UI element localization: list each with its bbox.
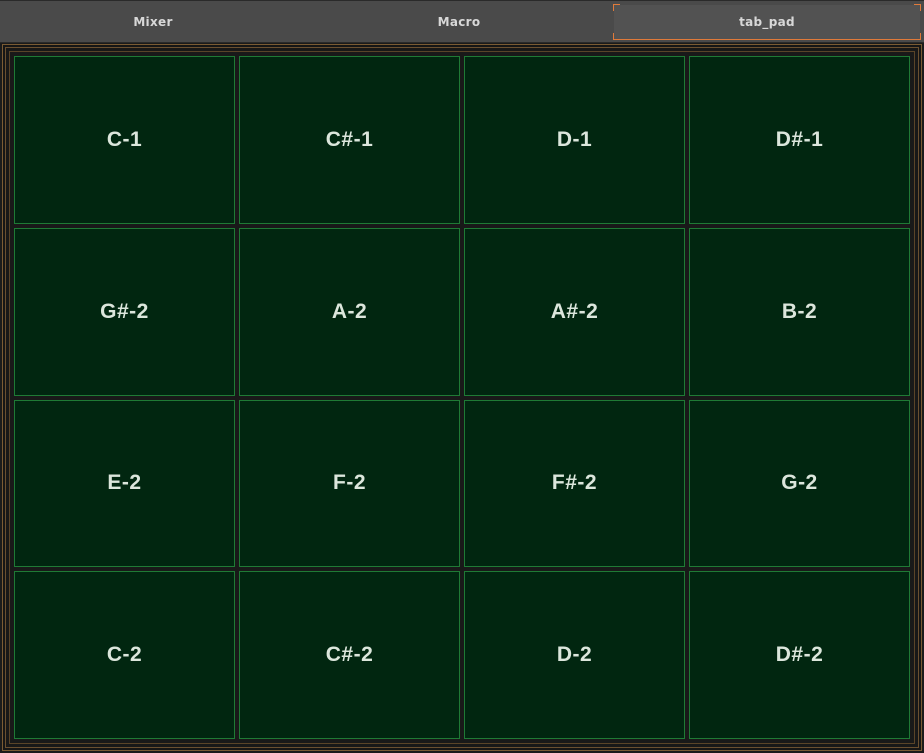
focus-corner-bottom-right [914, 33, 921, 40]
tab-bar: Mixer Macro tab_pad [0, 0, 924, 43]
pad-button[interactable]: C-1 [14, 56, 235, 224]
pad-button[interactable]: C#-2 [239, 571, 460, 739]
focus-corner-bottom-left [613, 33, 620, 40]
pad-note-label: D#-2 [775, 643, 824, 667]
pad-button[interactable]: D#-2 [689, 571, 910, 739]
pad-grid-frame: C-1 C#-1 D-1 D#-1 G#-2 A-2 A#-2 B-2 E-2 … [9, 51, 915, 744]
pad-note-label: D-2 [556, 643, 593, 667]
pad-note-label: F#-2 [551, 471, 598, 495]
pad-panel-inner: C-1 C#-1 D-1 D#-1 G#-2 A-2 A#-2 B-2 E-2 … [5, 47, 919, 748]
pad-button[interactable]: E-2 [14, 399, 235, 568]
tab-macro-label: Macro [437, 14, 481, 29]
tab-mixer-label: Mixer [133, 14, 173, 29]
focus-corner-top-right [914, 4, 921, 11]
pad-button[interactable]: C#-1 [239, 56, 460, 224]
tab-pad[interactable]: tab_pad [613, 4, 921, 40]
pad-note-label: D-1 [556, 127, 593, 151]
pad-note-label: G-2 [781, 471, 818, 495]
pad-button[interactable]: F#-2 [464, 399, 685, 568]
pad-button[interactable]: B-2 [689, 227, 910, 396]
pad-note-label: E-2 [107, 471, 142, 495]
pad-note-label: C-2 [106, 643, 143, 667]
pad-button[interactable]: G-2 [689, 399, 910, 568]
pad-button[interactable]: A#-2 [464, 227, 685, 396]
pad-note-label: D#-1 [775, 127, 824, 151]
tab-mixer[interactable]: Mixer [0, 1, 306, 42]
focus-corner-top-left [613, 4, 620, 11]
pad-note-label: C#-2 [325, 643, 374, 667]
pad-button[interactable]: F-2 [239, 399, 460, 568]
tab-pad-label: tab_pad [739, 15, 795, 29]
pad-note-label: A-2 [331, 299, 368, 323]
pad-note-label: B-2 [781, 299, 818, 323]
pad-note-label: A#-2 [550, 299, 599, 323]
pad-button[interactable]: G#-2 [14, 227, 235, 396]
pad-note-label: F-2 [333, 471, 366, 495]
pad-note-label: C#-1 [325, 127, 374, 151]
pad-button[interactable]: D#-1 [689, 56, 910, 224]
pad-button[interactable]: D-2 [464, 571, 685, 739]
pad-button[interactable]: D-1 [464, 56, 685, 224]
pad-note-label: C-1 [106, 127, 143, 151]
pad-note-label: G#-2 [100, 299, 149, 323]
pad-button[interactable]: A-2 [239, 227, 460, 396]
pad-grid: C-1 C#-1 D-1 D#-1 G#-2 A-2 A#-2 B-2 E-2 … [14, 56, 910, 739]
tab-macro[interactable]: Macro [306, 1, 612, 42]
pad-app-window: Mixer Macro tab_pad C-1 C#-1 D-1 D#-1 G#… [0, 0, 924, 753]
pad-button[interactable]: C-2 [14, 571, 235, 739]
pad-panel: C-1 C#-1 D-1 D#-1 G#-2 A-2 A#-2 B-2 E-2 … [2, 44, 922, 751]
